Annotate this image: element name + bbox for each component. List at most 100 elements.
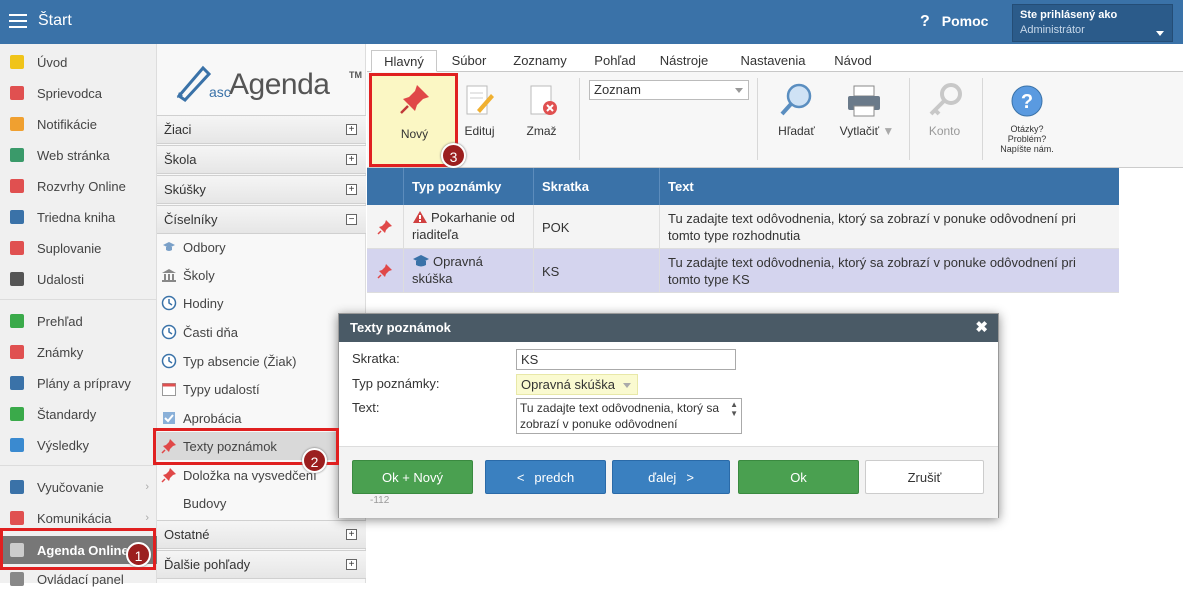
subnav-item-dolozka[interactable]: Doložka na vysvedčení: [157, 461, 366, 489]
sidebar-item-icon: [10, 438, 24, 452]
sidebar-item[interactable]: Známky: [0, 338, 157, 366]
sidebar-item-icon: [10, 179, 24, 193]
sidebar-item-label: Web stránka: [37, 147, 110, 163]
cancel-button[interactable]: Zrušiť: [865, 460, 984, 494]
subnav-item-typy-udalosti[interactable]: Typy udalostí: [157, 375, 366, 403]
ribbon-divider: [579, 78, 580, 160]
expand-icon[interactable]: +: [346, 154, 357, 165]
tab-nastavenia[interactable]: Nastavenia: [731, 50, 815, 72]
ok-button[interactable]: Ok: [738, 460, 859, 494]
print-button[interactable]: Vytlačiť ▼: [832, 72, 902, 162]
logo-trademark: TM: [349, 70, 362, 80]
table-header-type[interactable]: Typ poznámky: [404, 168, 534, 205]
page-title: Štart: [38, 12, 72, 29]
view-select[interactable]: Zoznam: [589, 80, 749, 100]
dialog-footer: Ok + Nový -112 < predch ďalej > Ok Zrušiť: [339, 446, 998, 518]
prev-button[interactable]: < predch: [485, 460, 606, 494]
next-label: ďalej: [648, 470, 677, 485]
sidebar-item-icon: [10, 148, 24, 162]
delete-button[interactable]: Zmaž: [519, 72, 564, 162]
sidebar-item[interactable]: Prehľad: [0, 307, 157, 335]
sidebar-item-icon: [10, 345, 24, 359]
menu-icon[interactable]: [9, 14, 27, 28]
search-button[interactable]: Hľadať: [769, 72, 824, 162]
sidebar-item[interactable]: Úvod: [0, 48, 157, 76]
type-select[interactable]: Opravná skúška: [516, 374, 638, 395]
tab-navod[interactable]: Návod: [827, 50, 879, 72]
logo-prefix: asc: [209, 84, 231, 100]
table-row[interactable]: Opravná skúška KS Tu zadajte text odôvod…: [367, 249, 1119, 293]
abbr-cell: POK: [534, 205, 660, 249]
table-header-text[interactable]: Text: [660, 168, 1119, 205]
sidebar-item[interactable]: Výsledky: [0, 431, 157, 459]
sidebar-item[interactable]: Rozvrhy Online: [0, 172, 157, 200]
tab-subor[interactable]: Súbor: [441, 50, 497, 72]
ribbon-toolbar: Nový Edituj Zmaž Hľadať Vytlačiť ▼ Konto…: [367, 72, 1183, 168]
help-button[interactable]: ? Otázky? Problém? Napíšte nám.: [992, 72, 1062, 162]
step-badge-3: 3: [441, 143, 466, 168]
ribbon-divider: [982, 78, 983, 160]
sidebar-item[interactable]: Notifikácie: [0, 110, 157, 138]
section-dalsie-pohlady[interactable]: Ďalšie pohľady +: [157, 550, 366, 579]
text-cell: Tu zadajte text odôvodnenia, ktorý sa zo…: [668, 255, 1076, 287]
sidebar-item[interactable]: Plány a prípravy: [0, 369, 157, 397]
tab-nastroje[interactable]: Nástroje: [651, 50, 717, 72]
scrollbar-arrows[interactable]: ▲ ▼: [730, 400, 738, 418]
help-link[interactable]: ? Pomoc: [920, 13, 988, 31]
close-icon[interactable]: ✖: [975, 314, 988, 342]
section-skusky[interactable]: Skúšky +: [157, 175, 366, 204]
prev-label: predch: [534, 470, 575, 485]
tab-pohlad[interactable]: Pohľad: [585, 50, 645, 72]
pin-icon: [377, 264, 392, 279]
sidebar-item-label: Udalosti: [37, 271, 84, 287]
sidebar-item[interactable]: Suplovanie: [0, 234, 157, 262]
pen-icon: [176, 65, 212, 102]
sidebar-item[interactable]: Štandardy: [0, 400, 157, 428]
user-menu[interactable]: Ste prihlásený ako Administrátor: [1012, 4, 1173, 42]
subnav-item-casti-dna[interactable]: Časti dňa: [157, 318, 366, 346]
expand-icon[interactable]: +: [346, 529, 357, 540]
chevron-right-icon: ›: [145, 481, 149, 493]
sidebar-item[interactable]: Web stránka: [0, 141, 157, 169]
sidebar-item[interactable]: Sprievodca: [0, 79, 157, 107]
subnav-item-typ-absencie[interactable]: Typ absencie (Žiak): [157, 347, 366, 375]
sidebar-divider: [0, 465, 157, 466]
collapse-icon[interactable]: −: [346, 214, 357, 225]
expand-icon[interactable]: +: [346, 559, 357, 570]
subnav-item-budovy[interactable]: Budovy: [157, 489, 366, 517]
section-ziaci[interactable]: Žiaci +: [157, 115, 366, 144]
sidebar-item-label: Výsledky: [37, 437, 90, 453]
text-area[interactable]: Tu zadajte text odôvodnenia, ktorý sa zo…: [516, 398, 742, 434]
expand-icon[interactable]: +: [346, 124, 357, 135]
sidebar-item[interactable]: Vyučovanie ›: [0, 473, 157, 501]
sidebar-item[interactable]: Triedna kniha: [0, 203, 157, 231]
tab-zoznamy[interactable]: Zoznamy: [505, 50, 575, 72]
sidebar-item-label: Prehľad: [37, 313, 83, 329]
section-skola[interactable]: Škola +: [157, 145, 366, 174]
abbr-field[interactable]: KS: [516, 349, 736, 370]
section-ostatne[interactable]: Ostatné +: [157, 520, 366, 549]
subnav-item-hodiny[interactable]: Hodiny: [157, 289, 366, 317]
sidebar-item-label: Úvod: [37, 54, 68, 70]
subnav-item-skoly[interactable]: Školy: [157, 261, 366, 289]
table-row[interactable]: Pokarhanie od riaditeľa POK Tu zadajte t…: [367, 205, 1119, 249]
help-icon: ?: [1011, 85, 1043, 117]
sidebar-item-label: Štandardy: [37, 406, 97, 422]
ribbon-divider: [909, 78, 910, 160]
type-cell: Pokarhanie od riaditeľa: [404, 205, 534, 249]
dialog-title: Texty poznámok: [350, 320, 451, 335]
section-label: Skúšky: [164, 182, 206, 197]
next-button[interactable]: ďalej >: [612, 460, 730, 494]
ok-new-button[interactable]: Ok + Nový: [352, 460, 473, 494]
print-label: Vytlačiť ▼: [839, 124, 895, 138]
section-label: Ďalšie pohľady: [164, 557, 251, 572]
question-icon: ?: [920, 13, 930, 30]
subnav-item-odbory[interactable]: Odbory: [157, 233, 366, 261]
tab-hlavny[interactable]: Hlavný: [371, 50, 437, 72]
section-ciselniky[interactable]: Číselníky −: [157, 205, 366, 234]
sidebar-item[interactable]: Udalosti: [0, 265, 157, 293]
printer-icon: [848, 85, 880, 117]
account-button: Konto: [917, 72, 972, 162]
expand-icon[interactable]: +: [346, 184, 357, 195]
table-header-abbr[interactable]: Skratka: [534, 168, 660, 205]
